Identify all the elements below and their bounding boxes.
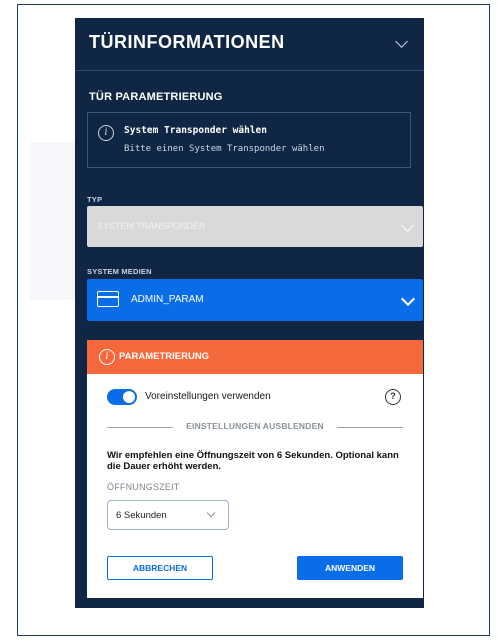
info-icon: i [99,349,115,365]
presets-toggle-label: Voreinstellungen verwenden [145,391,271,402]
cancel-button[interactable]: ABBRECHEN [107,556,213,580]
help-icon[interactable]: ? [385,389,401,405]
parametrierung-card: i PARAMETRIERUNG Voreinstellungen verwen… [87,340,423,598]
typ-select-value: SYSTEM TRANSPONDER [97,221,206,231]
credit-card-icon [97,291,119,307]
divider-line-right [337,427,403,428]
toggle-knob [123,391,135,403]
chevron-down-icon [400,291,416,307]
panel-header[interactable]: TÜRINFORMATIONEN [75,18,424,71]
info-box: i System Transponder wählen Bitte einen … [87,112,411,168]
recommendation-text: Wir empfehlen eine Öffnungszeit von 6 Se… [107,450,399,472]
info-icon: i [98,125,114,141]
opening-time-select[interactable]: 6 Sekunden [107,500,229,530]
typ-select[interactable]: SYSTEM TRANSPONDER [87,206,423,247]
presets-toggle[interactable] [107,389,137,405]
parametrierung-header: i PARAMETRIERUNG [87,340,423,374]
opening-time-value: 6 Sekunden [116,510,167,521]
system-medien-value: ADMIN_PARAM [131,294,204,305]
apply-button[interactable]: ANWENDEN [297,556,403,580]
door-info-panel: TÜRINFORMATIONEN TÜR PARAMETRIERUNG i Sy… [75,18,424,608]
chevron-down-icon [206,508,216,518]
system-medien-select[interactable]: ADMIN_PARAM [87,279,423,321]
hide-settings-toggle[interactable]: EINSTELLUNGEN AUSBLENDEN [87,421,423,431]
chevron-down-icon [401,219,414,232]
info-title: System Transponder wählen [124,125,267,136]
section-title: TÜR PARAMETRIERUNG [89,91,223,103]
panel-title: TÜRINFORMATIONEN [89,32,285,52]
opening-time-label: ÖFFNUNGSZEIT [107,482,180,492]
typ-label: TYP [87,195,103,204]
info-text: Bitte einen System Transponder wählen [124,144,325,154]
chevron-down-icon[interactable] [395,35,408,48]
parametrierung-title: PARAMETRIERUNG [119,351,210,362]
system-medien-label: SYSTEM MEDIEN [87,267,152,276]
